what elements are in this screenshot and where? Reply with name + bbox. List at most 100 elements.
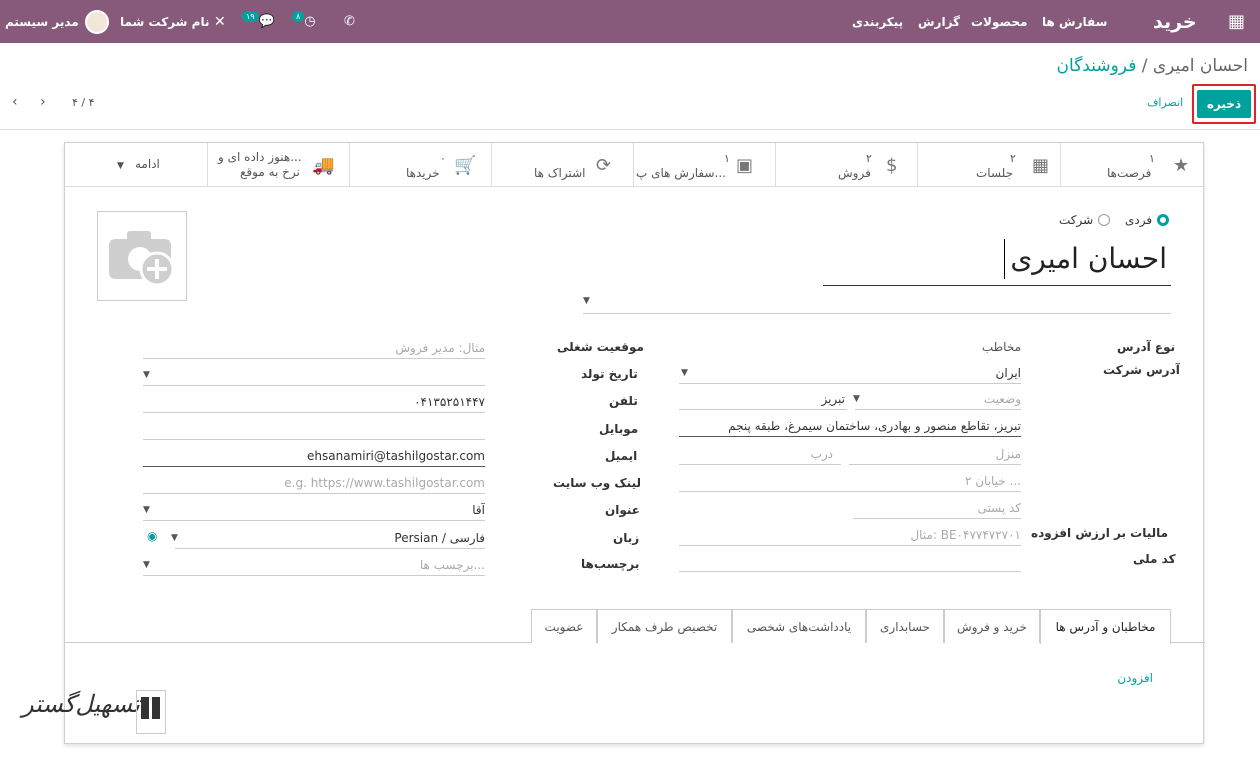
radio-unchecked-icon xyxy=(1098,214,1111,226)
activity-menu[interactable]: ۸ ◷ xyxy=(292,0,316,43)
language-select[interactable]: Persian / فارسی xyxy=(175,527,485,549)
vat-input[interactable]: مثال: BE۰۴۷۷۴۷۲۷۰۱ xyxy=(679,524,1021,546)
tags-input[interactable]: برچسب ها... xyxy=(143,554,485,576)
national-code-input[interactable] xyxy=(679,550,1021,572)
save-button[interactable]: ذخیره xyxy=(1197,90,1251,118)
partner-image-upload[interactable] xyxy=(97,211,187,301)
street-input[interactable]: تبریز، تقاطع منصور و بهادری، ساختمان سیم… xyxy=(679,415,1021,437)
radio-company[interactable]: شرکت xyxy=(1059,213,1111,227)
cart-icon: 🛒 xyxy=(454,155,477,176)
breadcrumb-parent[interactable]: فروشندگان xyxy=(1057,56,1137,76)
form-sheet: ★ ۱ فرصت‌ها ▦ ۲ جلسات $ ۲ فروش ▣ ۱ سفارش… xyxy=(64,142,1205,744)
address-type-label: نوع آدرس xyxy=(1117,340,1176,354)
meetings-button[interactable]: ▦ ۲ جلسات xyxy=(917,143,1060,187)
email-input[interactable]: ehsanamiri@tashilgostar.com xyxy=(143,445,485,467)
radio-checked-icon xyxy=(1157,214,1170,226)
top-navbar: ▦ خرید سفارش ها محصولات گزارش پیکربندی م… xyxy=(0,0,1260,43)
title-select[interactable]: آقا xyxy=(143,499,485,521)
birthdate-input[interactable] xyxy=(143,364,485,386)
user-menu[interactable]: مدیر سیستم xyxy=(5,0,109,43)
tab-accounting[interactable]: حسابداری xyxy=(866,609,944,643)
opportunities-label: فرصت‌ها xyxy=(1107,166,1152,180)
opportunities-button[interactable]: ★ ۱ فرصت‌ها xyxy=(1060,143,1205,187)
partner-name-input[interactable]: احسان امیری xyxy=(823,236,1171,286)
tab-sales-purchase[interactable]: خرید و فروش xyxy=(944,609,1040,643)
truck-icon: 🚚 xyxy=(312,155,335,176)
radio-individual[interactable]: فردی xyxy=(1125,213,1170,227)
caret-down-icon: ▼ xyxy=(143,560,150,570)
on-time-rate-button[interactable]: 🚚 هنوز داده ای و... نرخ به موقع xyxy=(207,143,349,187)
pager-previous-icon[interactable]: ‹ xyxy=(12,94,18,110)
zip-input[interactable]: کد پستی xyxy=(853,497,1021,519)
on-time-rate-value: هنوز داده ای و... xyxy=(218,150,302,164)
job-position-label: موقعیت شغلی xyxy=(557,340,644,354)
meetings-count: ۲ xyxy=(1010,152,1016,165)
phone-icon[interactable]: ✆ xyxy=(344,0,355,43)
address-type-value[interactable]: مخاطب xyxy=(679,336,1021,358)
house-input[interactable]: منزل xyxy=(849,443,1021,465)
door-input[interactable]: درب xyxy=(679,443,841,465)
city-input[interactable]: تبریز xyxy=(679,388,847,410)
breadcrumb-separator: / xyxy=(1141,56,1148,76)
dollar-icon: $ xyxy=(886,155,898,176)
tab-partner-assignment[interactable]: تخصیص طرف همکار xyxy=(597,609,732,643)
mobile-input[interactable] xyxy=(143,418,485,440)
purchases-label: خریدها xyxy=(406,166,440,180)
tab-membership[interactable]: عضویت xyxy=(531,609,597,643)
apps-menu-icon[interactable]: ▦ xyxy=(1228,0,1245,43)
parent-company-field[interactable] xyxy=(583,313,1171,314)
globe-icon[interactable]: ◉ xyxy=(147,529,157,543)
sales-count: ۲ xyxy=(866,152,872,165)
menu-reporting[interactable]: گزارش xyxy=(918,0,960,43)
text-cursor xyxy=(1004,239,1005,279)
sales-label: فروش xyxy=(838,166,871,180)
tab-contacts-addresses[interactable]: مخاطبان و آدرس ها xyxy=(1040,609,1171,644)
purchases-count: ۰ xyxy=(440,152,446,165)
caret-down-icon[interactable]: ▼ xyxy=(583,296,590,306)
caret-down-icon: ▼ xyxy=(117,161,124,171)
chat-count-badge: ۱۹ xyxy=(242,11,259,22)
more-label: ادامه xyxy=(135,157,160,171)
purchase-orders-count: ۱ xyxy=(724,152,730,165)
menu-products[interactable]: محصولات xyxy=(971,0,1027,43)
pager-next-icon[interactable]: › xyxy=(40,94,46,110)
opportunities-count: ۱ xyxy=(1149,152,1155,165)
calendar-icon: ▦ xyxy=(1032,155,1050,176)
on-time-rate-label: نرخ به موقع xyxy=(240,165,300,179)
user-name: مدیر سیستم xyxy=(5,14,79,29)
app-title: خرید xyxy=(1153,10,1197,33)
avatar xyxy=(84,9,109,34)
debug-tools-icon[interactable]: ✕ xyxy=(214,0,226,43)
phone-input[interactable]: ۰۴۱۳۵۲۵۱۴۴۷ xyxy=(143,391,485,413)
state-select[interactable]: وضعیت xyxy=(855,388,1021,410)
menu-orders[interactable]: سفارش ها xyxy=(1042,0,1107,43)
subscriptions-button[interactable]: ⟳ اشتراک ها xyxy=(491,143,633,187)
camera-plus-icon xyxy=(109,231,175,287)
street2-input[interactable]: خیابان ۲ ... xyxy=(679,470,1021,492)
website-input[interactable]: e.g. https://www.tashilgostar.com xyxy=(143,472,485,494)
refresh-icon: ⟳ xyxy=(596,155,612,176)
discard-button[interactable]: انصراف xyxy=(1147,96,1183,109)
tags-label: برچسب‌ها xyxy=(581,557,640,571)
website-label: لینک وب سایت xyxy=(553,476,641,490)
company-switcher[interactable]: نام شرکت شما xyxy=(120,0,209,43)
meetings-label: جلسات xyxy=(976,166,1014,180)
caret-down-icon: ▼ xyxy=(143,370,150,380)
tab-internal-notes[interactable]: یادداشت‌های شخصی xyxy=(732,609,866,643)
sales-button[interactable]: $ ۲ فروش xyxy=(775,143,917,187)
pager-value[interactable]: ۴ / ۴ xyxy=(72,96,95,109)
shopping-bag-icon: ▣ xyxy=(736,155,754,176)
watermark-logo-text: تسهیل‌گستر xyxy=(22,690,140,718)
caret-down-icon: ▼ xyxy=(171,533,178,543)
purchases-button[interactable]: 🛒 ۰ خریدها xyxy=(349,143,491,187)
job-position-input[interactable]: مثال: مدیر فروش xyxy=(143,337,485,359)
more-dropdown[interactable]: ادامه ▼ xyxy=(65,143,207,187)
email-label: ایمیل xyxy=(605,449,638,463)
menu-configuration[interactable]: پیکربندی xyxy=(852,0,903,43)
purchase-orders-button[interactable]: ▣ ۱ سفارش های پ... xyxy=(633,143,775,187)
messaging-menu[interactable]: ۱۹ 💬 xyxy=(242,0,275,43)
add-contact-link[interactable]: افزودن xyxy=(1117,671,1153,685)
country-select[interactable]: ایران xyxy=(679,362,1021,384)
caret-down-icon: ▼ xyxy=(853,394,860,404)
caret-down-icon: ▼ xyxy=(681,368,688,378)
